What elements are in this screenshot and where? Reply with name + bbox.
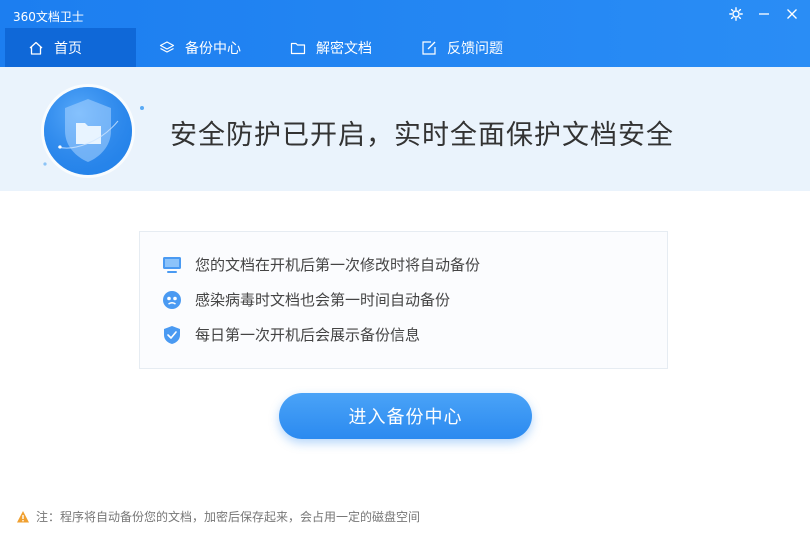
tab-home[interactable]: 首页	[5, 28, 136, 67]
minimize-button[interactable]	[754, 4, 774, 24]
tab-label: 首页	[54, 40, 82, 57]
tab-label: 备份中心	[185, 40, 241, 57]
layers-icon	[158, 39, 176, 57]
monitor-icon	[162, 255, 182, 275]
footer-note-text: 注：程序将自动备份您的文档，加密后保存起来，会占用一定的磁盘空间	[36, 510, 421, 524]
folder-icon	[289, 39, 307, 57]
close-icon	[787, 9, 797, 19]
main-tabs: 首页 备份中心 解密文档 反馈问题	[5, 28, 529, 67]
window-controls	[726, 4, 802, 24]
minimize-icon	[759, 13, 769, 15]
edit-icon	[420, 39, 438, 57]
feature-row: 感染病毒时文档也会第一时间自动备份	[162, 289, 450, 310]
virus-icon	[162, 290, 182, 310]
settings-button[interactable]	[726, 4, 746, 24]
sparkle-dot	[140, 106, 144, 110]
shield-folder-icon	[41, 84, 135, 178]
tab-label: 反馈问题	[447, 40, 503, 57]
feature-row: 您的文档在开机后第一次修改时将自动备份	[162, 254, 480, 275]
feature-info-box: 您的文档在开机后第一次修改时将自动备份 感染病毒时文档也会第一时间自动备份 每日…	[139, 231, 668, 369]
shield-check-icon	[162, 325, 182, 345]
title-bar: 360文档卫士 首页 备份中心 解密文档 反馈问题	[0, 0, 810, 67]
protection-status-text: 安全防护已开启，实时全面保护文档安全	[170, 120, 674, 151]
enter-backup-center-button[interactable]: 进入备份中心	[279, 393, 532, 439]
tab-feedback[interactable]: 反馈问题	[398, 28, 529, 67]
home-icon	[27, 39, 45, 57]
close-button[interactable]	[782, 4, 802, 24]
feature-row: 每日第一次开机后会展示备份信息	[162, 324, 420, 345]
shield-emblem	[38, 81, 138, 181]
tab-decrypt-docs[interactable]: 解密文档	[267, 28, 398, 67]
status-banner: 安全防护已开启，实时全面保护文档安全	[0, 67, 810, 191]
warning-icon	[17, 510, 29, 522]
footer-note: 注：程序将自动备份您的文档，加密后保存起来，会占用一定的磁盘空间	[16, 508, 420, 525]
gear-icon	[729, 7, 743, 21]
app-title: 360文档卫士	[13, 10, 84, 24]
tab-backup-center[interactable]: 备份中心	[136, 28, 267, 67]
feature-text: 感染病毒时文档也会第一时间自动备份	[195, 291, 451, 309]
sparkle-dot	[43, 162, 47, 166]
feature-text: 您的文档在开机后第一次修改时将自动备份	[195, 256, 481, 274]
feature-text: 每日第一次开机后会展示备份信息	[195, 326, 421, 344]
tab-label: 解密文档	[316, 40, 372, 57]
